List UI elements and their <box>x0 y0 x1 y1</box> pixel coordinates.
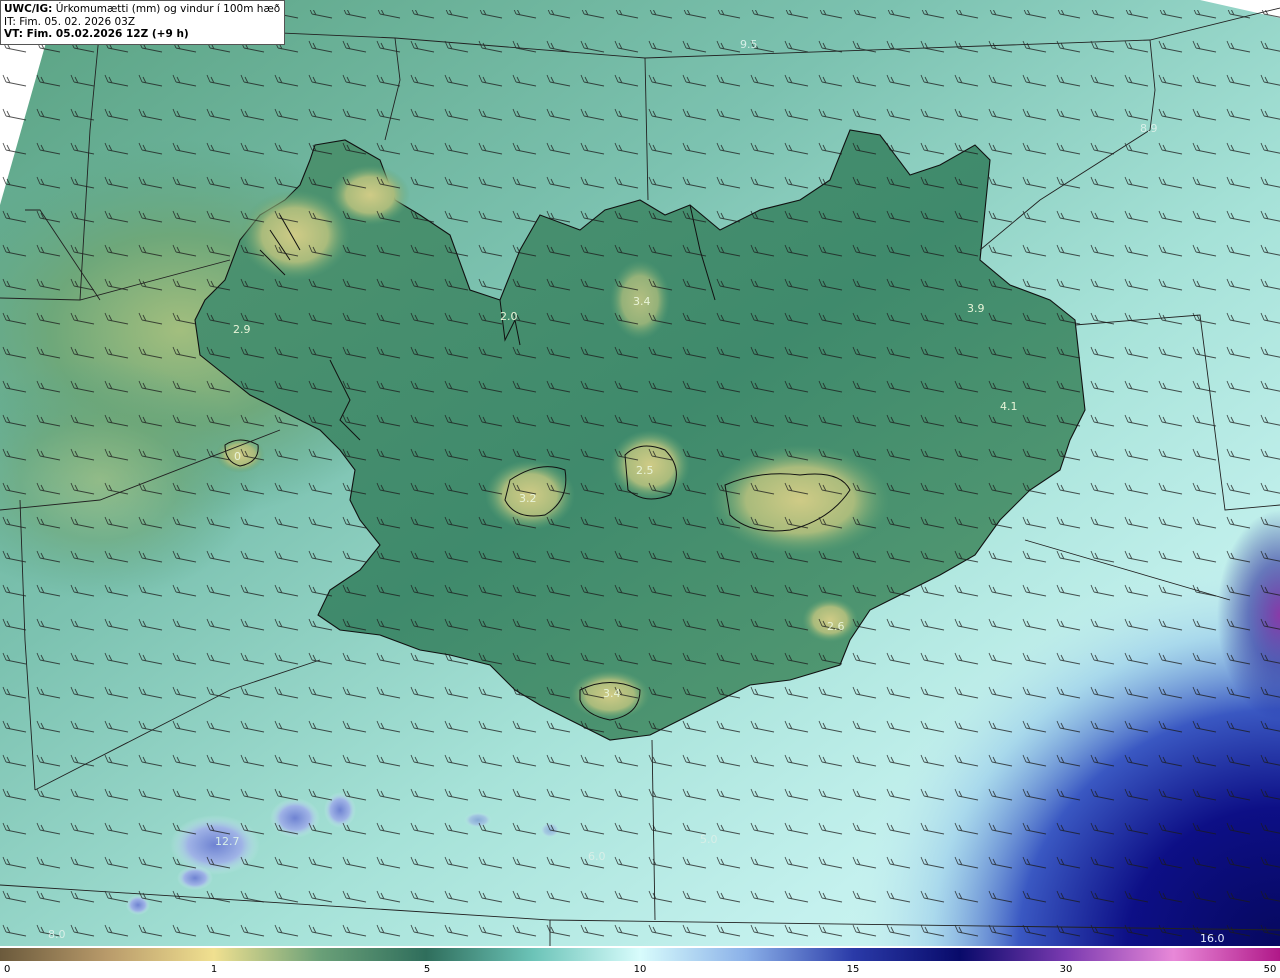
colorbar-tick: 15 <box>846 964 860 975</box>
colorbar-tick: 5 <box>423 964 431 975</box>
value-label: 2.5 <box>636 464 654 477</box>
value-label: 9.5 <box>740 38 758 51</box>
value-label: 8.9 <box>1140 122 1158 135</box>
init-time: IT: Fim. 05. 02. 2026 03Z <box>4 15 136 28</box>
colorbar <box>0 948 1280 961</box>
value-label: 2.6 <box>827 620 845 633</box>
value-label: 3.4 <box>633 295 651 308</box>
value-label: 5.0 <box>700 833 718 846</box>
value-label: 3.9 <box>967 302 985 315</box>
colorbar-labels: 0 1 5 10 15 30 50 <box>0 962 1280 978</box>
colorbar-tick: 30 <box>1059 964 1073 975</box>
value-label: 4.1 <box>1000 400 1018 413</box>
value-label: 16.0 <box>1200 932 1225 945</box>
product-code: UWC/IG: <box>4 3 53 15</box>
map-title-box: UWC/IG: Úrkomumætti (mm) og vindur í 100… <box>0 0 286 45</box>
value-label: 12.7 <box>215 835 240 848</box>
colorbar-tick: 10 <box>633 964 647 975</box>
value-label: 6.0 <box>588 850 606 863</box>
valid-time: VT: Fim. 05.02.2026 12Z (+9 h) <box>4 28 189 40</box>
value-label: 3.4 <box>603 687 621 700</box>
value-label: 0 <box>234 450 241 463</box>
colorbar-tick: 50 <box>1263 964 1277 975</box>
colorbar-tick: 0 <box>4 964 11 975</box>
colorbar-tick: 1 <box>210 964 218 975</box>
wind-barbs <box>0 10 1280 946</box>
value-label: 2.0 <box>500 310 518 323</box>
value-label: 3.2 <box>519 492 537 505</box>
precipitation-wind-map[interactable]: 2.9 2.0 3.4 3.9 4.1 3.2 2.5 2.6 3.4 0 9.… <box>0 0 1280 962</box>
variable-description: Úrkomumætti (mm) og vindur í 100m hæð <box>52 3 281 15</box>
value-label: 2.9 <box>233 323 251 336</box>
colorbar-strip <box>0 948 1280 961</box>
value-label: 8.0 <box>48 928 66 941</box>
